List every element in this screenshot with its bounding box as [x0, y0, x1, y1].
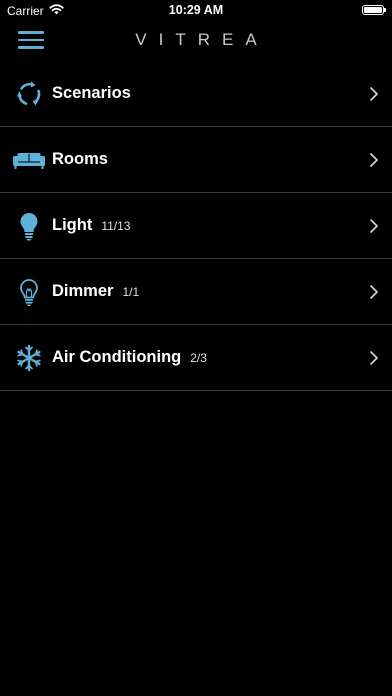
active-count: 11/13 [101, 219, 131, 233]
chevron-right-icon [370, 86, 378, 101]
menu-item-text: Dimmer 1/1 [52, 282, 139, 301]
menu-item-scenarios[interactable]: Scenarios [0, 61, 392, 127]
main-menu-list: Scenarios Rooms Light 11/13 Dimmer 1/1 A… [0, 61, 392, 391]
active-count: 2/3 [190, 351, 207, 365]
menu-item-label: Light [52, 216, 93, 234]
menu-item-text: Air Conditioning 2/3 [52, 348, 207, 367]
scenarios-refresh-icon [13, 78, 45, 110]
lightbulb-icon [13, 210, 45, 242]
menu-item-label: Air Conditioning [52, 348, 182, 366]
menu-item-text: Light 11/13 [52, 216, 130, 235]
menu-item-label: Dimmer [52, 282, 114, 300]
sofa-icon [13, 144, 45, 176]
menu-item-label: Rooms [52, 150, 108, 168]
chevron-right-icon [370, 218, 378, 233]
menu-item-rooms[interactable]: Rooms [0, 127, 392, 193]
menu-item-air-conditioning[interactable]: Air Conditioning 2/3 [0, 325, 392, 391]
dimmer-bulb-icon [13, 276, 45, 308]
battery-icon [362, 5, 386, 15]
active-count: 1/1 [122, 285, 140, 299]
chevron-right-icon [370, 284, 378, 299]
vitrea-logo: VITREA [135, 30, 269, 49]
status-time: 10:29 AM [168, 3, 224, 17]
menu-item-dimmer[interactable]: Dimmer 1/1 [0, 259, 392, 325]
menu-item-label: Scenarios [52, 84, 131, 102]
menu-item-light[interactable]: Light 11/13 [0, 193, 392, 259]
status-bar: Carrier 10:29 AM [0, 0, 392, 20]
chevron-right-icon [370, 152, 378, 167]
nav-bar: VITREA [0, 20, 392, 60]
snowflake-icon [13, 342, 45, 374]
chevron-right-icon [370, 350, 378, 365]
